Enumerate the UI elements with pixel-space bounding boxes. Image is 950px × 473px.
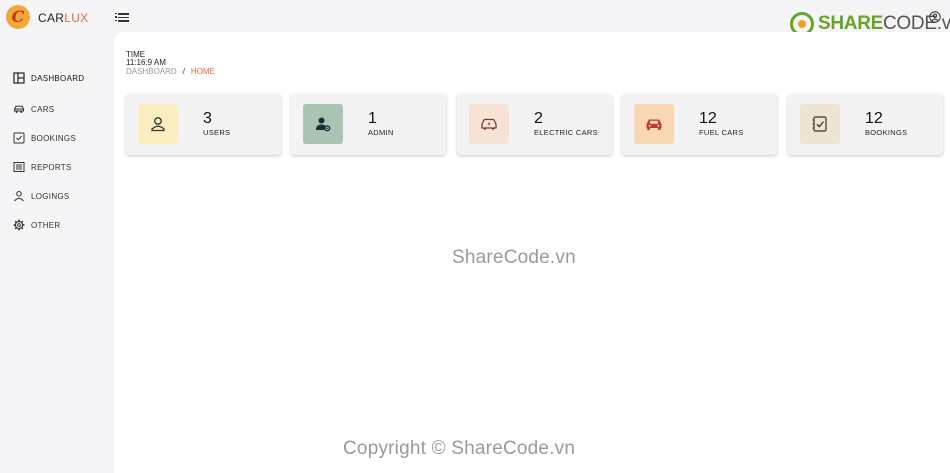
card-icon-box — [138, 104, 178, 144]
card-count: 12 — [699, 110, 717, 127]
watermark-center: ShareCode.vn — [452, 247, 576, 268]
card-label: Electric Cars — [534, 128, 598, 137]
breadcrumb-home[interactable]: Home — [191, 67, 215, 76]
top-bar: C CARLUX SHARECODE.vn — [0, 0, 950, 36]
brand-part-1: CAR — [38, 11, 65, 25]
sidebar-item-bookings[interactable]: Bookings — [13, 132, 76, 144]
sharecode-logo-part-1: SHARE — [818, 13, 884, 34]
card-label: Bookings — [865, 128, 908, 137]
card-icon-box — [634, 104, 674, 144]
breadcrumb: Dashboard / Home — [126, 67, 215, 76]
checklist-icon — [13, 132, 25, 144]
sidebar: Dashboard Cars Bookings Reports Logings — [0, 34, 114, 473]
menu-toggle-icon[interactable] — [115, 10, 129, 24]
card-label: Fuel Cars — [699, 128, 744, 137]
sidebar-item-reports[interactable]: Reports — [13, 161, 72, 173]
electric-car-icon — [481, 118, 497, 130]
car-icon — [646, 119, 662, 130]
card-count: 3 — [203, 110, 212, 127]
sidebar-item-logings[interactable]: Logings — [13, 190, 70, 202]
sidebar-item-label: Logings — [31, 191, 70, 201]
stat-card-bookings[interactable]: 12 Bookings — [788, 94, 943, 155]
stat-card-fuel-cars[interactable]: 12 Fuel Cars — [622, 94, 777, 155]
carlux-logo[interactable]: C — [6, 5, 30, 29]
sidebar-item-label: Bookings — [31, 133, 77, 143]
sidebar-item-dashboard[interactable]: Dashboard — [13, 72, 84, 84]
card-icon-box — [469, 104, 509, 144]
car-icon — [14, 105, 24, 113]
user-icon — [151, 117, 165, 132]
gear-icon — [13, 219, 25, 231]
report-icon — [13, 162, 25, 172]
brand-part-2: LUX — [64, 11, 89, 25]
stat-card-users[interactable]: 3 Users — [126, 94, 281, 155]
sidebar-item-label: Cars — [31, 104, 55, 114]
account-icon[interactable] — [929, 11, 941, 23]
stat-card-admin[interactable]: 1 Admin — [291, 94, 446, 155]
card-icon-box — [303, 104, 343, 144]
watermark-copyright: Copyright © ShareCode.vn — [343, 438, 576, 459]
card-label: Users — [203, 128, 231, 137]
sidebar-item-cars[interactable]: Cars — [13, 103, 54, 115]
card-icon-box — [800, 104, 840, 144]
user-icon — [14, 191, 24, 202]
breadcrumb-dashboard[interactable]: Dashboard — [126, 67, 177, 76]
dashboard-icon — [13, 72, 25, 84]
breadcrumb-separator: / — [182, 67, 185, 76]
sidebar-item-label: Reports — [31, 162, 72, 172]
card-count: 2 — [534, 110, 543, 127]
sidebar-item-other[interactable]: Other — [13, 219, 61, 231]
time-value: 11:16:9 AM — [126, 58, 166, 67]
card-count: 12 — [865, 110, 883, 127]
brand-name[interactable]: CARLUX — [38, 11, 89, 25]
card-label: Admin — [368, 128, 394, 137]
stat-card-electric-cars[interactable]: 2 Electric Cars — [457, 94, 612, 155]
logo-letter: C — [11, 7, 25, 26]
card-count: 1 — [368, 110, 377, 127]
sidebar-item-label: Other — [31, 220, 61, 230]
sidebar-item-label: Dashboard — [31, 73, 85, 83]
user-gear-icon — [316, 117, 331, 132]
checklist-icon — [812, 116, 827, 132]
